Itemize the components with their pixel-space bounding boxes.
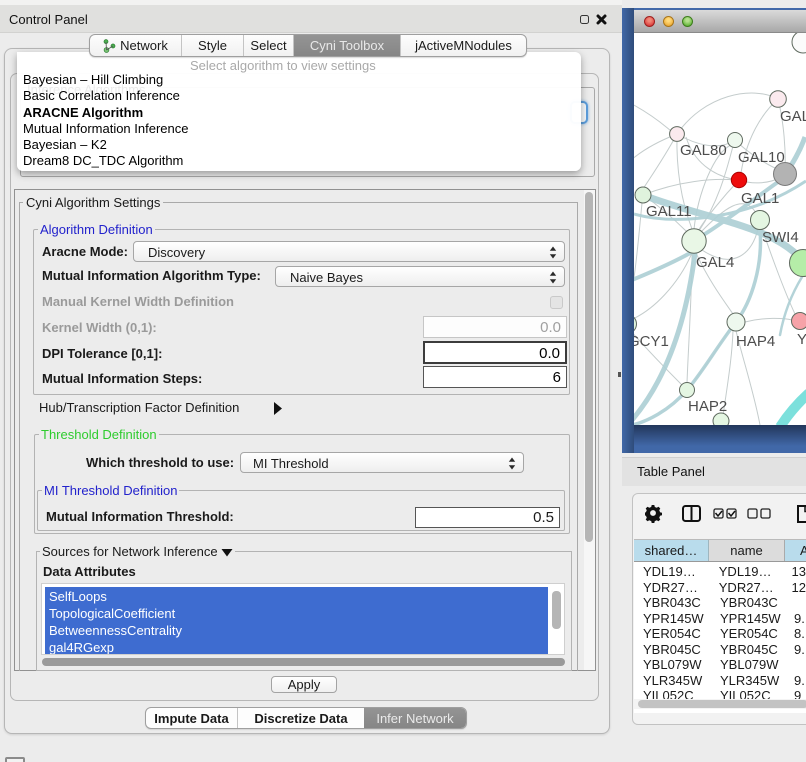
svg-text:SWI4: SWI4	[762, 229, 799, 246]
svg-text:HAP4: HAP4	[736, 333, 775, 350]
svg-text:GAL: GAL	[780, 108, 806, 125]
svg-text:GAL10: GAL10	[738, 149, 785, 166]
svg-text:GAL80: GAL80	[680, 142, 727, 159]
svg-text:HAP2: HAP2	[688, 398, 727, 415]
svg-text:GAL4: GAL4	[696, 254, 734, 271]
svg-text:Y: Y	[797, 331, 806, 348]
svg-text:GAL11: GAL11	[646, 203, 692, 220]
svg-text:GAL1: GAL1	[741, 190, 779, 207]
svg-text:GCY1: GCY1	[634, 333, 669, 350]
